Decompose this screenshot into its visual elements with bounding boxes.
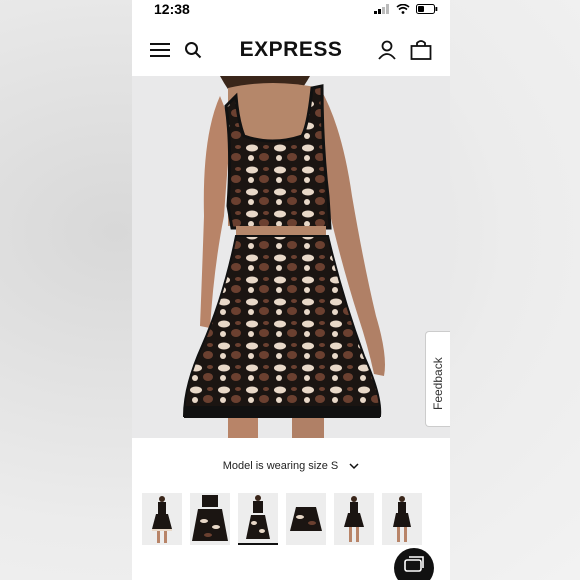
model-size-note[interactable]: Model is wearing size S — [132, 460, 450, 472]
thumbnail-4[interactable] — [286, 493, 326, 545]
status-time: 12:38 — [154, 1, 190, 17]
feedback-tab[interactable]: Feedback — [425, 331, 450, 427]
thumbnail-6[interactable] — [382, 493, 422, 545]
status-icons — [374, 4, 438, 14]
thumbnail-6-image — [382, 493, 422, 545]
thumbnail-3-image — [238, 493, 278, 545]
thumbnail-1[interactable] — [142, 493, 182, 545]
product-image[interactable]: Feedback — [132, 76, 450, 438]
thumbnail-2-image — [190, 493, 230, 545]
thumbnail-3-active[interactable] — [238, 493, 278, 545]
signal-icon — [374, 4, 389, 14]
battery-icon — [416, 4, 438, 14]
size-note-text: Model is wearing size S — [222, 460, 339, 472]
wifi-icon — [396, 4, 410, 14]
account-icon[interactable] — [378, 40, 396, 60]
chat-icon — [404, 556, 424, 572]
model-back-view-illustration — [182, 76, 385, 438]
thumbnail-4-image — [286, 493, 326, 545]
thumbnail-1-image — [142, 493, 182, 545]
thumbnail-5[interactable] — [334, 493, 374, 545]
site-header: EXPRESS — [132, 22, 450, 76]
phone-screen: 12:38 EXPRESS Feedback Model is wearing … — [132, 0, 450, 580]
chevron-down-icon — [349, 463, 359, 469]
feedback-label: Feedback — [431, 357, 445, 410]
thumbnail-2[interactable] — [190, 493, 230, 545]
thumbnail-5-image — [334, 493, 374, 545]
bag-icon[interactable] — [410, 40, 432, 60]
status-bar: 12:38 — [132, 0, 450, 22]
thumbnail-strip — [142, 493, 422, 545]
brand-logo[interactable]: EXPRESS — [132, 38, 450, 62]
chat-button[interactable] — [394, 548, 434, 580]
